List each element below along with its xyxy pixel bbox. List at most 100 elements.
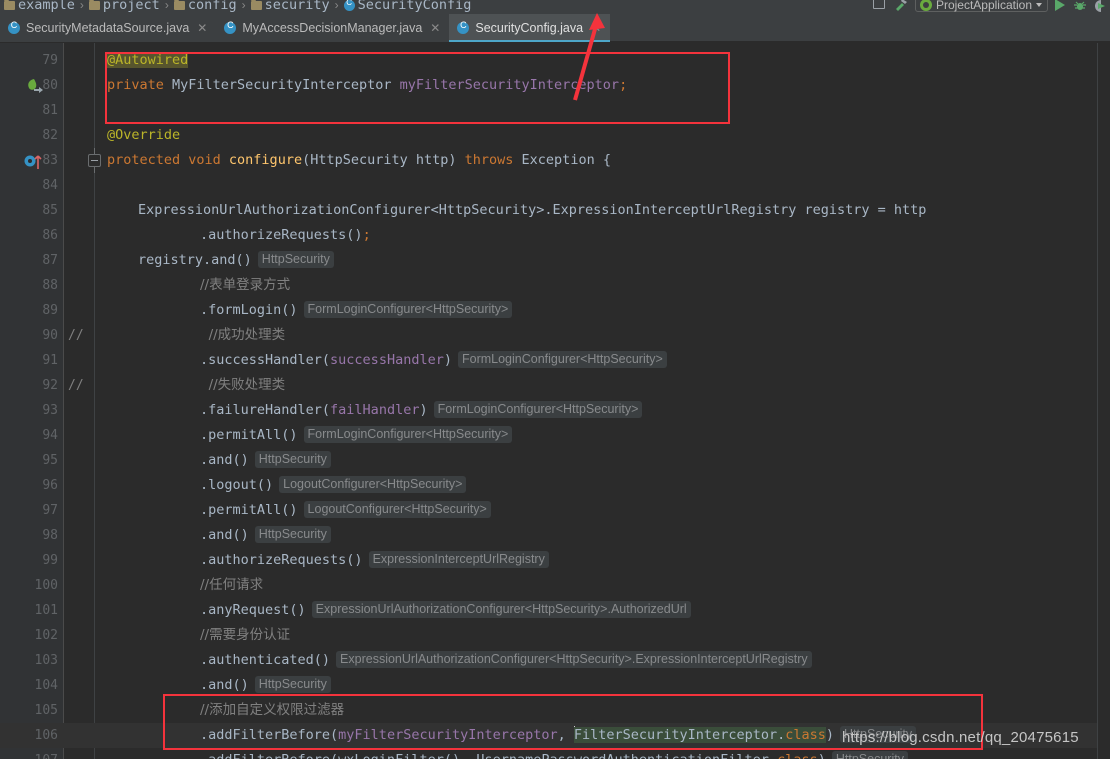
code-line[interactable]: 104 .and() HttpSecurity [0, 673, 1110, 698]
code-line[interactable]: 107 .addFilterBefore(wxLoginFilter(), Use… [0, 748, 1110, 759]
editor-tab-securityconfig[interactable]: SecurityConfig.java ✕ [449, 14, 611, 42]
code-editor[interactable]: 79 @Autowired 80 private MyFilterSecurityIn… [0, 43, 1110, 759]
line-number: 93 [42, 403, 58, 418]
code-line[interactable]: 92 // //失败处理类 [0, 373, 1110, 398]
close-icon[interactable]: ✕ [591, 21, 601, 35]
code-line[interactable]: 105 //添加自定义权限过滤器 [0, 698, 1110, 723]
code-token: //失败处理类 [200, 377, 286, 393]
code-line[interactable]: 99 .authorizeRequests() ExpressionIntercep… [0, 548, 1110, 573]
line-number: 98 [42, 528, 58, 543]
fold-region-line-top [94, 148, 95, 154]
inlay-type-hint: HttpSecurity [254, 450, 331, 468]
line-number: 88 [42, 278, 58, 293]
line-number: 82 [42, 128, 58, 143]
code-token: myFilterSecurityInterceptor [338, 727, 558, 743]
breadcrumb-label: project [102, 0, 160, 13]
code-text: .and() HttpSecurity [200, 673, 331, 698]
run-with-coverage-icon[interactable] [1094, 0, 1108, 12]
chevron-down-icon[interactable] [1036, 2, 1042, 7]
code-token: class [785, 727, 826, 743]
code-line[interactable]: 97 .permitAll() LogoutConfigurer<HttpSecur… [0, 498, 1110, 523]
code-token: .and() [200, 452, 249, 468]
code-token: .logout() [200, 477, 274, 493]
code-text: //失败处理类 [200, 373, 286, 398]
debug-icon[interactable] [1073, 0, 1087, 12]
code-line[interactable]: 98 .and() HttpSecurity [0, 523, 1110, 548]
hammer-icon[interactable] [894, 0, 908, 12]
code-token: .authorizeRequests() [200, 227, 363, 243]
code-line[interactable]: 80 private MyFilterSecurityInterceptor my… [0, 73, 1110, 98]
inlay-type-hint: FormLoginConfigurer<HttpSecurity> [303, 300, 513, 318]
code-text: protected void configure(HttpSecurity ht… [107, 148, 611, 173]
code-token: class [777, 752, 818, 759]
code-token: FilterSecurityInterceptor [573, 727, 778, 743]
breadcrumb-separator: › [79, 0, 84, 12]
folder-icon [250, 0, 262, 10]
line-number: 104 [34, 678, 58, 693]
code-line[interactable]: 88 //表单登录方式 [0, 273, 1110, 298]
code-line[interactable]: 85 ExpressionUrlAuthorizationConfigurer<H… [0, 198, 1110, 223]
code-text: .authenticated() ExpressionUrlAuthorizati… [200, 648, 812, 673]
inlay-type-hint: HttpSecurity [254, 675, 331, 693]
code-line[interactable]: 102 //需要身份认证 [0, 623, 1110, 648]
code-token: .permitAll() [200, 427, 298, 443]
code-line[interactable]: 91 .successHandler(successHandler) FormLog… [0, 348, 1110, 373]
code-line[interactable]: 82 @Override [0, 123, 1110, 148]
spring-bean-gutter-icon[interactable] [26, 77, 44, 94]
code-text: .addFilterBefore(myFilterSecurityInterce… [200, 723, 917, 748]
line-number: 96 [42, 478, 58, 493]
code-line[interactable]: 79 @Autowired [0, 48, 1110, 73]
breadcrumb-label: example [18, 0, 75, 13]
line-number: 79 [42, 53, 58, 68]
code-token: .and() [200, 527, 249, 543]
code-text: .and() HttpSecurity [200, 523, 331, 548]
code-line[interactable]: 94 .permitAll() FormLoginConfigurer<HttpSe… [0, 423, 1110, 448]
line-number: 105 [34, 703, 58, 718]
fold-collapse-icon[interactable] [88, 154, 101, 167]
watermark: https://blog.csdn.net/qq_20475615 [842, 729, 1079, 746]
breadcrumb-item-project[interactable]: project [88, 0, 160, 13]
code-text: .failureHandler(failHandler) FormLoginCon… [200, 398, 643, 423]
code-line[interactable]: 86 .authorizeRequests(); [0, 223, 1110, 248]
code-line[interactable]: 89 .formLogin() FormLoginConfigurer<HttpSe… [0, 298, 1110, 323]
breadcrumb[interactable]: example › project › config › security › Security… [4, 0, 471, 13]
error-stripe[interactable] [1098, 43, 1110, 759]
code-line[interactable]: 83 protected void configure(HttpSecurity … [0, 148, 1110, 173]
breadcrumb-item-security[interactable]: security [250, 0, 330, 13]
breadcrumb-label: security [264, 0, 330, 13]
code-token: .failureHandler( [200, 402, 331, 418]
code-token: successHandler [330, 352, 444, 368]
code-line[interactable]: 101 .anyRequest() ExpressionUrlAuthorizati… [0, 598, 1110, 623]
editor-tab-myaccessdecisionmanager[interactable]: MyAccessDecisionManager.java ✕ [216, 14, 450, 42]
breadcrumb-item-config[interactable]: config [173, 0, 237, 13]
code-token: throws [464, 152, 522, 168]
close-icon[interactable]: ✕ [197, 21, 207, 35]
code-line[interactable]: 95 .and() HttpSecurity [0, 448, 1110, 473]
close-icon[interactable]: ✕ [430, 21, 440, 35]
run-icon[interactable] [1055, 0, 1066, 12]
code-token: //任何请求 [200, 577, 264, 593]
code-token: @Override [107, 127, 181, 143]
code-content[interactable]: 79 @Autowired 80 private MyFilterSecurityIn… [0, 43, 1110, 759]
code-line[interactable]: 103 .authenticated() ExpressionUrlAuthoriz… [0, 648, 1110, 673]
code-line[interactable]: 84 [0, 173, 1110, 198]
code-line[interactable]: 87 registry.and() HttpSecurity [0, 248, 1110, 273]
editor-tab-securitymetadatasource[interactable]: SecurityMetadataSource.java ✕ [0, 14, 217, 42]
breadcrumb-item-example[interactable]: example [4, 0, 75, 13]
window-icon[interactable] [872, 0, 887, 12]
line-number: 90 [42, 328, 58, 343]
navigation-bar: example › project › config › security › Security… [0, 0, 1110, 14]
run-configuration-label: ProjectApplication [935, 0, 1032, 12]
code-token: @Autowired [107, 52, 189, 68]
code-line[interactable]: 93 .failureHandler(failHandler) FormLoginC… [0, 398, 1110, 423]
line-number: 102 [34, 628, 58, 643]
code-line[interactable]: 100 //任何请求 [0, 573, 1110, 598]
run-configuration-selector[interactable]: ProjectApplication [914, 0, 1048, 12]
breadcrumb-item-securityconfig[interactable]: SecurityConfig [343, 0, 471, 13]
code-token: .authorizeRequests() [200, 552, 363, 568]
code-text: //成功处理类 [200, 323, 286, 348]
code-line[interactable]: 81 [0, 98, 1110, 123]
code-line[interactable]: 96 .logout() LogoutConfigurer<HttpSecurity… [0, 473, 1110, 498]
code-line[interactable]: 90 // //成功处理类 [0, 323, 1110, 348]
implementing-method-gutter-icon[interactable] [24, 152, 46, 170]
